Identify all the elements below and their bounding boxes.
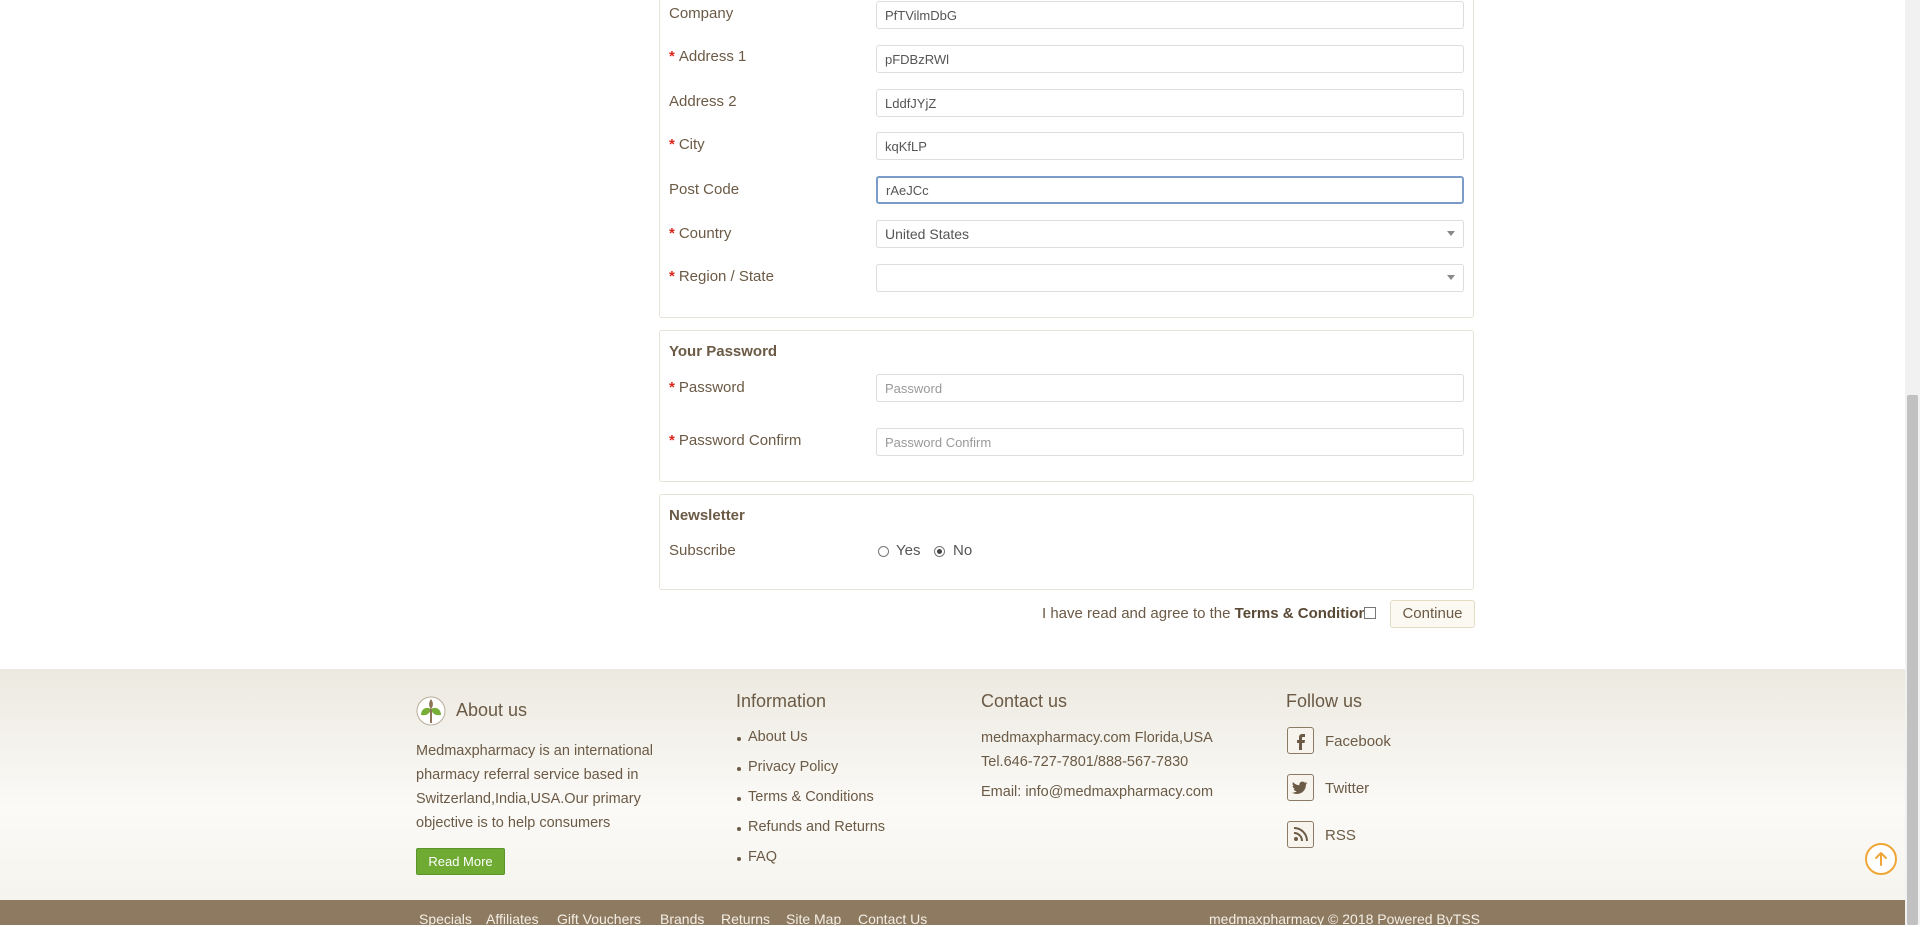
info-link-faq[interactable]: FAQ: [748, 849, 777, 865]
scroll-to-top-button[interactable]: [1865, 843, 1897, 875]
city-input[interactable]: [876, 132, 1464, 160]
subscribe-no-radio[interactable]: [934, 546, 945, 557]
region-label: * Region / State: [669, 268, 774, 285]
bullet: [737, 857, 741, 861]
contact-title: Contact us: [981, 691, 1068, 711]
subscribe-label: Subscribe: [669, 542, 736, 559]
read-more-button[interactable]: Read More: [416, 848, 505, 875]
chevron-down-icon: [1447, 231, 1455, 236]
company-label: Company: [669, 5, 734, 22]
leaf-logo-icon: [416, 693, 446, 729]
rss-link[interactable]: RSS: [1325, 827, 1356, 844]
required-marker: *: [669, 379, 675, 396]
company-input[interactable]: [876, 1, 1464, 29]
password-panel: [659, 330, 1474, 482]
address2-input[interactable]: [876, 89, 1464, 117]
scrollbar-thumb[interactable]: [1907, 395, 1918, 925]
bullet: [737, 737, 741, 741]
terms-link[interactable]: Terms & Conditions: [1235, 605, 1376, 622]
required-marker: *: [669, 136, 675, 153]
bullet: [737, 797, 741, 801]
bullet: [737, 827, 741, 831]
facebook-icon[interactable]: [1287, 727, 1314, 754]
continue-button[interactable]: Continue: [1390, 600, 1475, 628]
required-marker: *: [669, 225, 675, 242]
agree-checkbox[interactable]: [1364, 607, 1376, 619]
address1-input[interactable]: [876, 45, 1464, 73]
country-select[interactable]: United States: [876, 220, 1464, 248]
info-link-terms[interactable]: Terms & Conditions: [748, 789, 874, 805]
follow-title: Follow us: [1286, 691, 1363, 711]
password-legend: Your Password: [669, 343, 778, 360]
required-marker: *: [669, 48, 675, 65]
agreement-text: I have read and agree to the Terms & Con…: [1042, 605, 1377, 622]
address1-label: * Address 1: [669, 48, 747, 65]
rss-icon[interactable]: [1287, 821, 1314, 848]
arrow-up-icon: [1875, 852, 1887, 866]
info-link-privacy-policy[interactable]: Privacy Policy: [748, 759, 838, 775]
country-label: * Country: [669, 225, 732, 242]
required-marker: *: [669, 432, 675, 449]
region-select[interactable]: [876, 264, 1464, 292]
subscribe-no-label[interactable]: No: [953, 542, 972, 559]
chevron-down-icon: [1447, 275, 1455, 280]
postcode-input[interactable]: [876, 176, 1464, 204]
required-marker: *: [669, 268, 675, 285]
subscribe-yes-label[interactable]: Yes: [896, 542, 920, 559]
info-link-refunds[interactable]: Refunds and Returns: [748, 819, 885, 835]
newsletter-legend: Newsletter: [669, 507, 745, 524]
password-input[interactable]: [876, 374, 1464, 402]
info-link-about-us[interactable]: About Us: [748, 729, 808, 745]
newsletter-panel: [659, 494, 1474, 590]
twitter-icon[interactable]: [1287, 774, 1314, 801]
twitter-link[interactable]: Twitter: [1325, 780, 1369, 797]
about-title: About us: [456, 700, 528, 720]
password-confirm-label: * Password Confirm: [669, 432, 802, 449]
subscribe-yes-radio[interactable]: [878, 546, 889, 557]
postcode-label: Post Code: [669, 181, 740, 198]
password-confirm-input[interactable]: [876, 428, 1464, 456]
contact-phone: Tel.646-727-7801/888-567-7830: [981, 754, 1189, 770]
country-selected-value: United States: [885, 226, 970, 242]
footer: [0, 669, 1920, 900]
bottom-bar: [0, 900, 1920, 925]
about-text: Medmaxpharmacy is an international pharm…: [416, 743, 653, 831]
city-label: * City: [669, 136, 705, 153]
address2-label: Address 2: [669, 93, 737, 110]
facebook-link[interactable]: Facebook: [1325, 733, 1391, 750]
password-label: * Password: [669, 379, 745, 396]
contact-email[interactable]: Email: info@medmaxpharmacy.com: [981, 780, 1213, 804]
bullet: [737, 767, 741, 771]
contact-address: medmaxpharmacy.com Florida,USA: [981, 730, 1213, 746]
information-title: Information: [736, 691, 827, 711]
